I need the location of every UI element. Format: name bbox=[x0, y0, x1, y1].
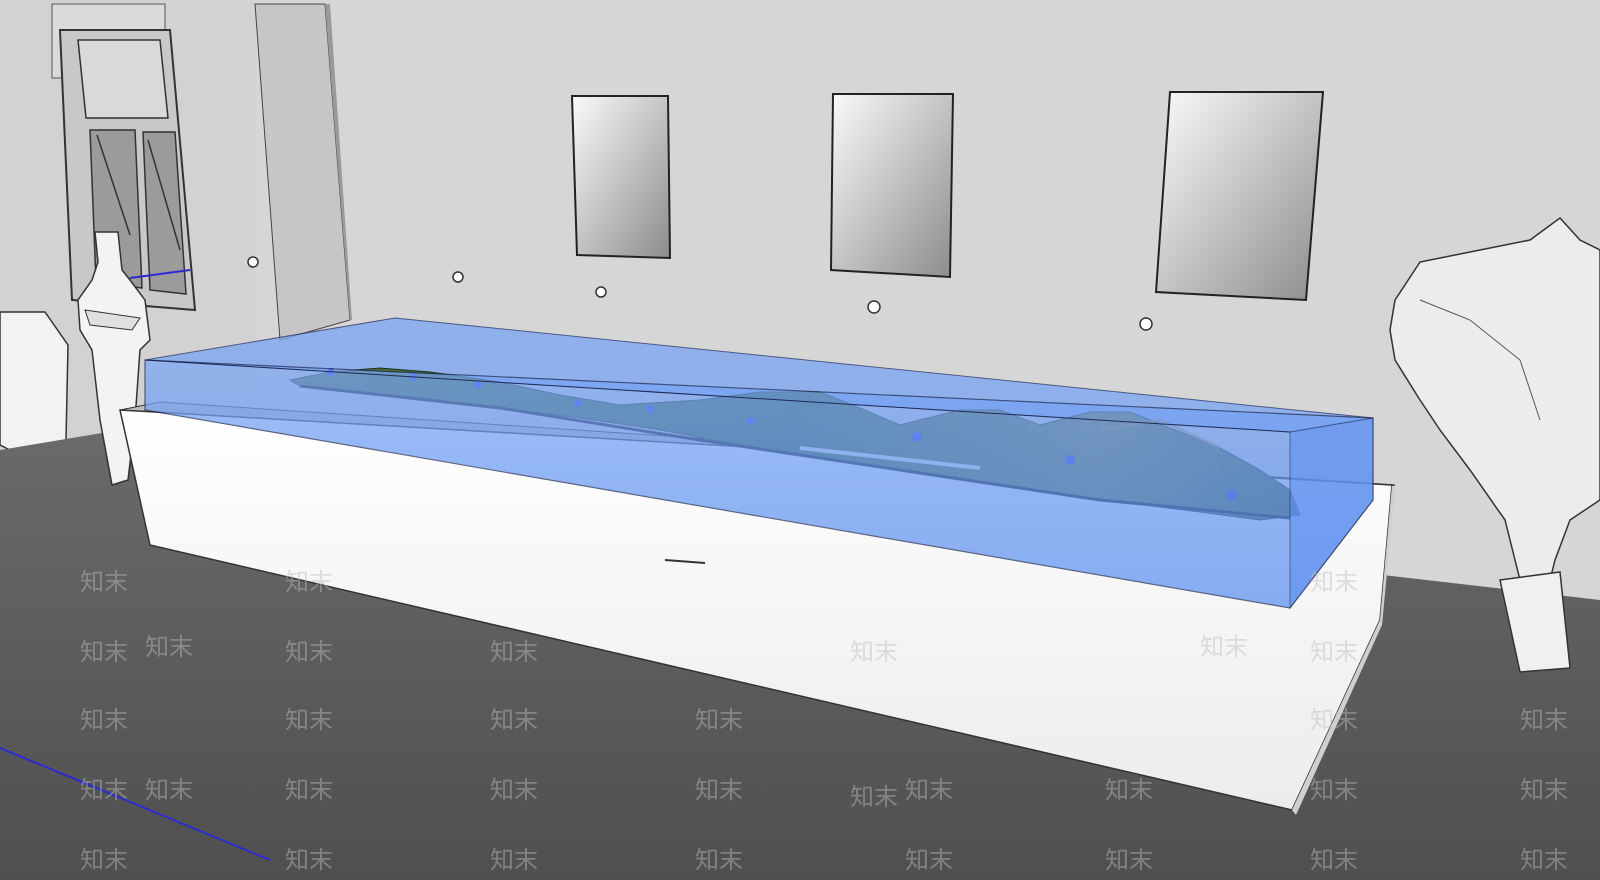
watermark-text: 知末 bbox=[145, 633, 193, 661]
watermark-text: 知末 bbox=[1105, 846, 1153, 874]
wall-light-5 bbox=[1139, 317, 1153, 331]
watermark-text: 知末 bbox=[285, 568, 333, 596]
watermark-text: 知末 bbox=[80, 706, 128, 734]
watermark-text: 知末 bbox=[285, 706, 333, 734]
watermark-text: 知末 bbox=[850, 638, 898, 666]
watermark-text: 知末 bbox=[695, 706, 743, 734]
watermark-text: 知末 bbox=[285, 638, 333, 666]
watermark-text: 知末 bbox=[850, 783, 898, 811]
window bbox=[58, 29, 197, 312]
scene-svg: 知末 知末 知末 知末 知末 知末 知末 知末 知末 知末 知末 知末 知末 知… bbox=[0, 0, 1600, 880]
wall-light-4 bbox=[867, 300, 881, 314]
watermark-text: 知末 bbox=[1310, 638, 1358, 666]
watermark-text: 知末 bbox=[1105, 776, 1153, 804]
watermark-text: 知末 bbox=[490, 706, 538, 734]
watermark-text: 知末 bbox=[80, 638, 128, 666]
wall-light-2 bbox=[452, 271, 464, 283]
watermark-text: 知末 bbox=[695, 846, 743, 874]
watermark-text: 知末 bbox=[490, 846, 538, 874]
watermark-text: 知末 bbox=[905, 776, 953, 804]
watermark-text: 知末 bbox=[695, 776, 743, 804]
3d-scene-viewport[interactable]: 知末 知末 知末 知末 知末 知末 知末 知末 知末 知末 知末 知末 知末 知… bbox=[0, 0, 1600, 880]
watermark-text: 知末 bbox=[1310, 568, 1358, 596]
watermark-text: 知末 bbox=[285, 846, 333, 874]
watermark-text: 知末 bbox=[1310, 846, 1358, 874]
wall-light-3 bbox=[595, 286, 607, 298]
watermark-text: 知末 bbox=[145, 776, 193, 804]
watermark-text: 知末 bbox=[1520, 846, 1568, 874]
wall-display-panel-3 bbox=[1154, 91, 1325, 302]
watermark-text: 知末 bbox=[490, 638, 538, 666]
left-cabinet bbox=[0, 311, 69, 451]
watermark-text: 知末 bbox=[1200, 633, 1248, 661]
wall-light-1 bbox=[247, 256, 259, 268]
watermark-text: 知末 bbox=[1520, 776, 1568, 804]
watermark-text: 知末 bbox=[80, 776, 128, 804]
wall-display-panel-2 bbox=[829, 93, 955, 279]
watermark-text: 知末 bbox=[80, 568, 128, 596]
watermark-text: 知末 bbox=[490, 776, 538, 804]
watermark-text: 知末 bbox=[1310, 706, 1358, 734]
watermark-text: 知末 bbox=[285, 776, 333, 804]
wall-display-panel-1 bbox=[570, 95, 672, 260]
watermark-text: 知末 bbox=[80, 846, 128, 874]
watermark-text: 知末 bbox=[905, 846, 953, 874]
watermark-text: 知末 bbox=[1310, 776, 1358, 804]
watermark-text: 知末 bbox=[1520, 706, 1568, 734]
